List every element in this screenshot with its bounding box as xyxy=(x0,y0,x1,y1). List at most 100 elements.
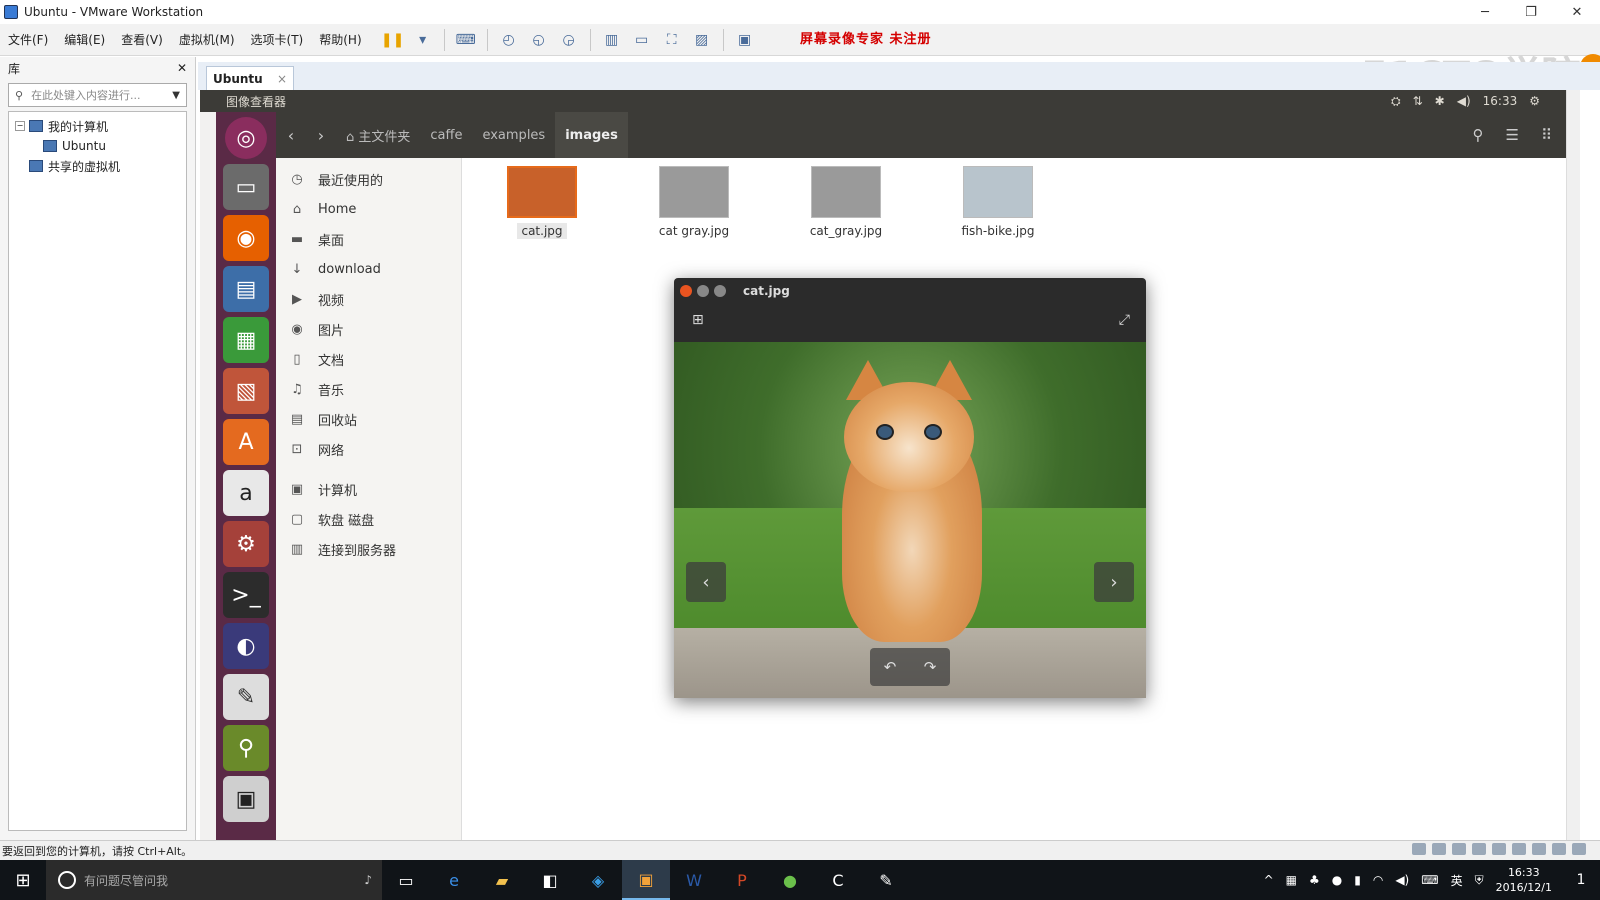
snapshot-manager-icon[interactable]: ◶ xyxy=(556,28,582,52)
tree-item-ubuntu[interactable]: Ubuntu xyxy=(9,136,186,156)
usb-icon[interactable] xyxy=(1492,843,1506,855)
tab-close-icon[interactable]: × xyxy=(277,72,287,86)
file-item[interactable]: cat gray.jpg xyxy=(644,166,744,238)
camtasia-icon[interactable]: C xyxy=(814,860,862,900)
sidebar-item-computer[interactable]: ▣ 计算机 xyxy=(276,474,461,504)
show-library-icon[interactable]: ▥ xyxy=(599,28,625,52)
system-settings-icon[interactable]: ⚙ xyxy=(223,521,269,567)
impress-icon[interactable]: ▧ xyxy=(223,368,269,414)
menu-tabs[interactable]: 选项卡(T) xyxy=(243,31,312,48)
sidebar-item-pictures[interactable]: ◉ 图片 xyxy=(276,314,461,344)
revert-snapshot-icon[interactable]: ◵ xyxy=(526,28,552,52)
file-item[interactable]: cat.jpg xyxy=(492,166,592,239)
sound-icon[interactable] xyxy=(1512,843,1526,855)
sidebar-item-trash[interactable]: ▤ 回收站 xyxy=(276,404,461,434)
show-hidden-icons-icon[interactable]: ^ xyxy=(1264,873,1274,887)
calc-icon[interactable]: ▦ xyxy=(223,317,269,363)
eclipse-icon[interactable]: ◐ xyxy=(223,623,269,669)
qq-browser-icon[interactable]: ◈ xyxy=(574,860,622,900)
sidebar-item-videos[interactable]: ▶ 视频 xyxy=(276,284,461,314)
tray-app-icon[interactable]: ● xyxy=(1332,873,1342,887)
powerpoint-icon[interactable]: P xyxy=(718,860,766,900)
list-view-icon[interactable]: ☰ xyxy=(1506,126,1519,144)
input-language[interactable]: 英 xyxy=(1451,872,1463,889)
word-icon[interactable]: W xyxy=(670,860,718,900)
volume-icon[interactable]: ◀) xyxy=(1457,94,1471,108)
hard-disk-icon[interactable] xyxy=(1412,843,1426,855)
grid-view-icon[interactable]: ⠿ xyxy=(1541,126,1552,144)
taskbar-clock[interactable]: 16:33 2016/12/1 xyxy=(1496,865,1552,895)
terminal-icon[interactable]: >_ xyxy=(223,572,269,618)
pause-icon[interactable]: ❚❚ xyxy=(380,28,406,52)
add-image-icon[interactable]: ⊞ xyxy=(692,312,704,328)
sidebar-item-music[interactable]: ♫ 音乐 xyxy=(276,374,461,404)
battery-icon[interactable]: ▮ xyxy=(1354,873,1361,887)
files-icon[interactable]: ▭ xyxy=(223,164,269,210)
amazon-icon[interactable]: a xyxy=(223,470,269,516)
sidebar-item-recent[interactable]: ◷ 最近使用的 xyxy=(276,164,461,194)
store-icon[interactable]: ◧ xyxy=(526,860,574,900)
console-view-icon[interactable]: ▣ xyxy=(732,28,758,52)
breadcrumb-home[interactable]: ⌂ 主文件夹 xyxy=(336,112,420,158)
breadcrumb-caffe[interactable]: caffe xyxy=(420,112,472,158)
ubuntu-clock[interactable]: 16:33 xyxy=(1483,94,1518,108)
menu-view[interactable]: 查看(V) xyxy=(113,31,171,48)
floppy-device-icon[interactable] xyxy=(1452,843,1466,855)
printer-icon[interactable] xyxy=(1532,843,1546,855)
tree-item-shared-vms[interactable]: 共享的虚拟机 xyxy=(9,156,186,176)
paint-icon[interactable]: ✎ xyxy=(862,860,910,900)
firefox-icon[interactable]: ◉ xyxy=(223,215,269,261)
search-icon[interactable]: ⚲ xyxy=(1473,126,1484,144)
volume-icon[interactable]: ◀) xyxy=(1395,873,1409,887)
security-shield-icon[interactable]: ⛨ xyxy=(1475,873,1484,888)
keyboard-icon[interactable]: ⌨ xyxy=(1421,873,1438,887)
message-icon[interactable] xyxy=(1572,843,1586,855)
file-explorer-icon[interactable]: ▰ xyxy=(478,860,526,900)
menu-edit[interactable]: 编辑(E) xyxy=(56,31,113,48)
vm-console[interactable]: 图像查看器 ⛭ ⇅ ✱ ◀) 16:33 ⚙ ◎ ▭ ◉ ▤ ▦ ▧ A a ⚙… xyxy=(200,90,1580,840)
library-close-icon[interactable]: ✕ xyxy=(177,61,187,75)
send-ctrl-alt-del-icon[interactable]: ⌨ xyxy=(453,28,479,52)
edge-icon[interactable]: e xyxy=(430,860,478,900)
vm-scrollbar[interactable] xyxy=(1566,90,1580,840)
chevron-down-icon[interactable]: ▼ xyxy=(172,90,180,101)
breadcrumb-images[interactable]: images xyxy=(555,112,628,158)
network-adapter-icon[interactable] xyxy=(1472,843,1486,855)
menu-vm[interactable]: 虚拟机(M) xyxy=(171,31,243,48)
file-item[interactable]: cat_gray.jpg xyxy=(796,166,896,238)
sidebar-item-home[interactable]: ⌂ Home xyxy=(276,194,461,224)
rotate-right-icon[interactable]: ↷ xyxy=(924,658,937,676)
collapse-icon[interactable]: − xyxy=(15,121,25,131)
cd-dvd-icon[interactable] xyxy=(1432,843,1446,855)
menu-file[interactable]: 文件(F) xyxy=(0,31,56,48)
sidebar-item-documents[interactable]: ▯ 文档 xyxy=(276,344,461,374)
forward-icon[interactable]: › xyxy=(306,126,336,145)
dash-icon[interactable]: ◎ xyxy=(225,117,267,159)
snapshot-icon[interactable]: ◴ xyxy=(496,28,522,52)
task-view-icon[interactable]: ▭ xyxy=(382,860,430,900)
sidebar-item-desktop[interactable]: ▬ 桌面 xyxy=(276,224,461,254)
green-app-icon[interactable]: ● xyxy=(766,860,814,900)
close-button[interactable]: ✕ xyxy=(1554,0,1600,24)
wifi-icon[interactable]: ◠ xyxy=(1373,873,1383,887)
tab-ubuntu[interactable]: Ubuntu × xyxy=(206,66,294,90)
back-icon[interactable]: ‹ xyxy=(276,126,306,145)
tray-app-icon[interactable]: ♣ xyxy=(1309,873,1320,887)
tree-item-my-computer[interactable]: − 我的计算机 xyxy=(9,116,186,136)
bluetooth-icon[interactable]: ✱ xyxy=(1435,94,1445,108)
cortana-search-box[interactable]: 有问题尽管问我 ♪ xyxy=(46,860,382,900)
library-search-input[interactable]: ⚲ 在此处键入内容进行... ▼ xyxy=(8,83,187,107)
fullscreen-icon[interactable]: ⛶ xyxy=(659,28,685,52)
viewer-minimize-icon[interactable] xyxy=(697,285,709,297)
sidebar-item-network[interactable]: ⊡ 网络 xyxy=(276,434,461,464)
sidebar-item-floppy[interactable]: ▢ 软盘 磁盘 xyxy=(276,504,461,534)
minimize-button[interactable]: ─ xyxy=(1462,0,1508,24)
network-icon[interactable]: ⇅ xyxy=(1413,94,1423,108)
action-center-icon[interactable]: 1 xyxy=(1562,860,1600,900)
next-image-button[interactable]: › xyxy=(1094,562,1134,602)
restore-button[interactable]: ❐ xyxy=(1508,0,1554,24)
microphone-icon[interactable]: ♪ xyxy=(364,873,372,887)
windows-start-icon[interactable]: ⊞ xyxy=(0,860,46,900)
file-item[interactable]: fish-bike.jpg xyxy=(948,166,1048,238)
vmware-taskbar-icon[interactable]: ▣ xyxy=(622,860,670,900)
